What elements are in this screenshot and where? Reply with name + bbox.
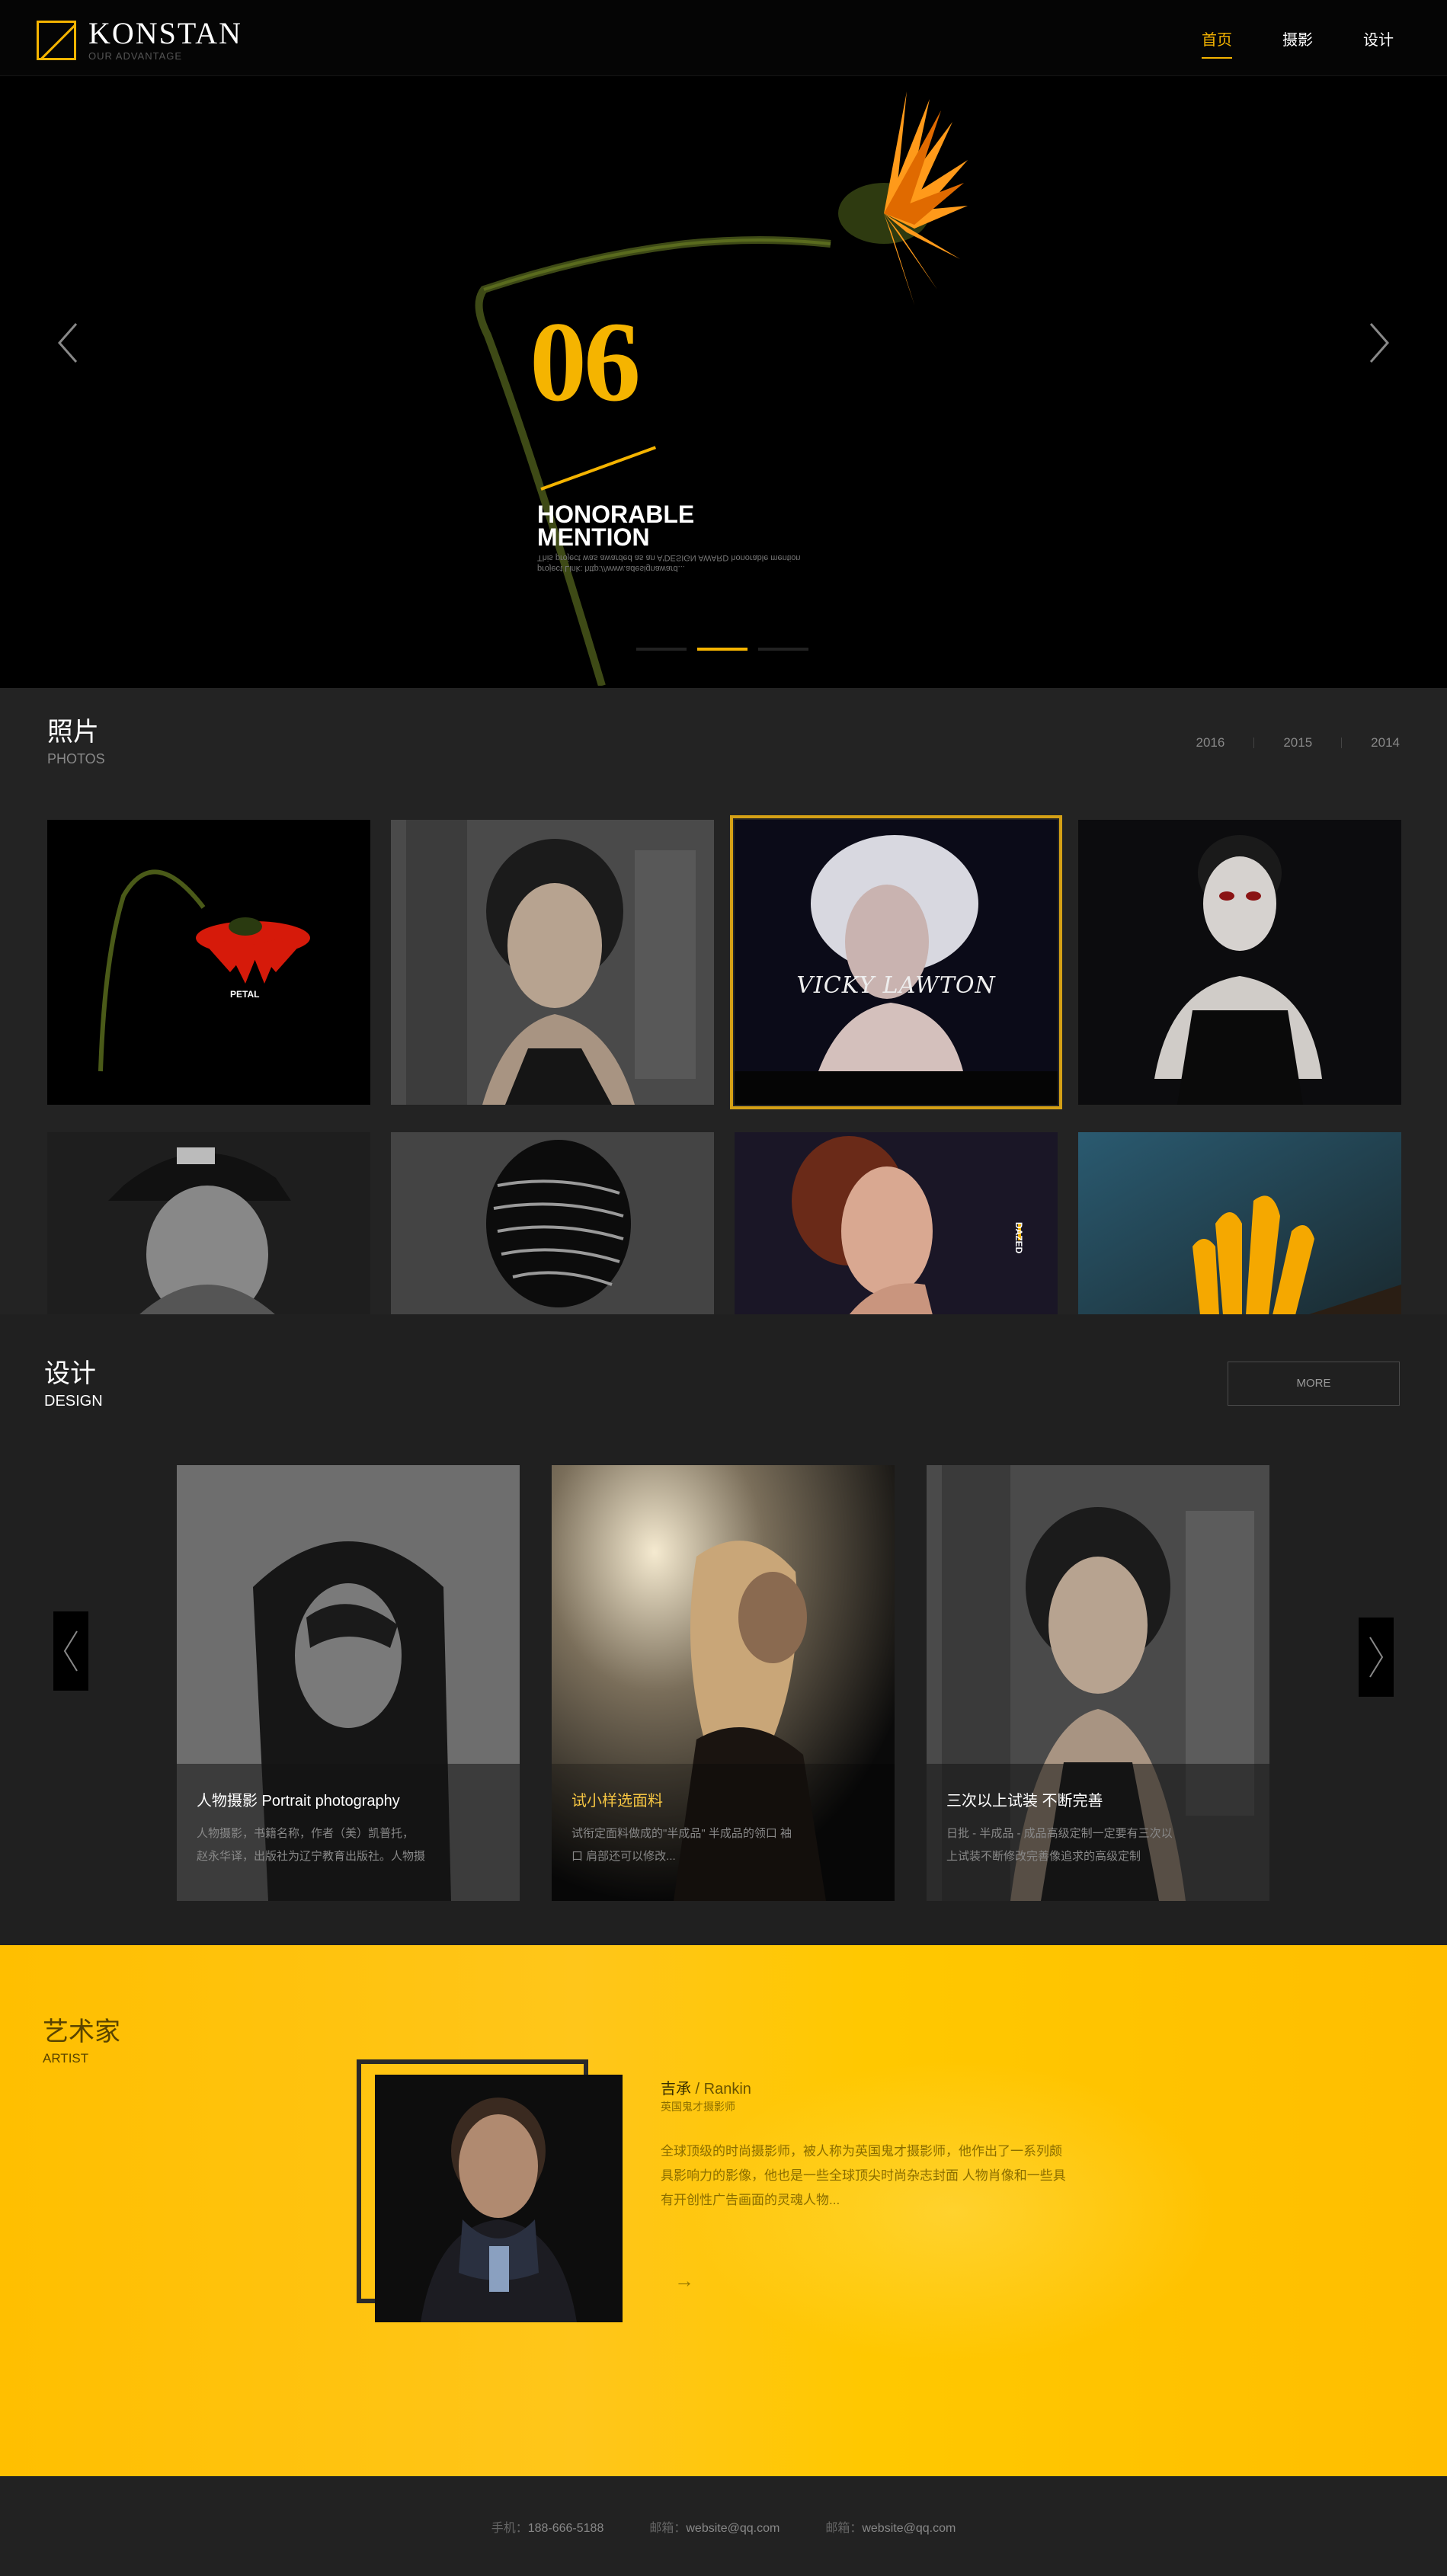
card-title: 试小样选面料 [571, 1793, 663, 1810]
design-title: 设计 [44, 1358, 96, 1389]
design-prev-button[interactable] [53, 1611, 88, 1691]
footer-phone: 手机：188-666-5188 [491, 2521, 604, 2535]
artist-subtitle: ARTIST [43, 2051, 89, 2066]
card-text: 试衔定面料做成的"半成品" 半成品的领口 袖 口 肩部还可以修改... [571, 1827, 792, 1863]
vicky-lawton-image [735, 820, 1058, 1105]
photos-title: 照片 [47, 717, 99, 747]
site-header: KONSTAN OUR ADVANTAGE 首页 摄影 设计 [0, 0, 1447, 76]
woman-portrait-image [391, 820, 714, 1105]
red-flower-image [47, 820, 370, 1105]
cap-man-image [47, 1132, 370, 1314]
footer-email: 邮箱：website@qq.com [825, 2521, 956, 2535]
card-text: 人物摄影，书籍名称，作者（美）凯普托， 赵永华译，出版社为辽宁教育出版社。人物摄 [197, 1827, 426, 1863]
photo-tile-woman-portrait[interactable] [391, 820, 714, 1105]
wrapped-face-image [391, 1132, 714, 1314]
hero-dot[interactable] [758, 648, 808, 651]
footer-email: 邮箱：website@qq.com [649, 2521, 780, 2535]
photos-subtitle: PHOTOS [47, 751, 105, 766]
design-card[interactable]: 三次以上试装 不断完善 日批 - 半成品 - 成品高级定制一定要有三次以 上试装… [927, 1465, 1269, 1901]
hero-dot[interactable] [636, 648, 687, 651]
arrow-right-icon[interactable]: → [674, 2269, 694, 2293]
year-2016[interactable]: 2016 [1196, 735, 1225, 750]
artist-name: 吉承 / Rankin [661, 2081, 751, 2098]
main-nav: 首页 摄影 设计 [1151, 27, 1394, 59]
site-footer: 手机：188-666-5188 邮箱：website@qq.com 邮箱：web… [0, 2476, 1447, 2576]
redhead-profile-image [735, 1132, 1058, 1314]
design-section: 设计 DESIGN MORE 人物摄影 Portrait photography… [0, 1314, 1447, 1945]
card-title: 人物摄影 Portrait photography [197, 1793, 400, 1810]
year-filter: 2016 2015 2014 [1196, 735, 1400, 750]
logo[interactable]: KONSTAN OUR ADVANTAGE [37, 18, 242, 62]
photo-tile-wrapped-face[interactable] [391, 1132, 714, 1314]
tile-tag: PETAL [230, 989, 260, 1000]
hero-pagination [636, 648, 808, 651]
artist-title: 艺术家 [43, 2017, 120, 2047]
hero-slider: 06 HONORABLE MENTION project Link: http:… [0, 76, 1447, 688]
nav-item-photography[interactable]: 摄影 [1282, 27, 1313, 59]
logo-icon [37, 20, 76, 60]
tile-tag: DAZED [1013, 1222, 1024, 1254]
artist-role: 英国鬼才摄影师 [661, 2101, 735, 2113]
photo-tile-painted-face[interactable] [1078, 820, 1401, 1105]
more-button[interactable]: MORE [1228, 1362, 1400, 1406]
photo-tile-cap-man[interactable] [47, 1132, 370, 1314]
logo-subtitle: OUR ADVANTAGE [88, 50, 183, 62]
artist-portrait[interactable] [375, 2075, 623, 2322]
artist-portrait-image [375, 2075, 623, 2322]
hero-next-arrow[interactable] [1363, 320, 1394, 366]
card-text: 日批 - 半成品 - 成品高级定制一定要有三次以 上试装不断修改完善像追求的高级… [946, 1827, 1173, 1863]
year-2014[interactable]: 2014 [1371, 735, 1400, 750]
artist-description: 全球顶级的时尚摄影师，被人称为英国鬼才摄影师，他作出了一系列颇具影响力的影像，他… [661, 2144, 1066, 2207]
design-heading: 设计 DESIGN [44, 1352, 103, 1410]
nav-item-design[interactable]: 设计 [1363, 27, 1394, 59]
hero-dot-active[interactable] [697, 648, 748, 651]
nav-item-home[interactable]: 首页 [1202, 27, 1232, 59]
hero-caption: project Link: http://www.adesignaward...… [537, 553, 801, 573]
chevron-left-icon [63, 1630, 78, 1672]
design-subtitle: DESIGN [44, 1393, 103, 1410]
design-next-button[interactable] [1359, 1618, 1394, 1697]
photo-tile-red-flower[interactable]: PETAL [47, 820, 370, 1105]
hero-number: 06 [530, 299, 641, 425]
photos-section: 照片 PHOTOS 2016 2015 2014 PETAL VICKY LAW… [0, 688, 1447, 1314]
painted-face-image [1078, 820, 1401, 1105]
chevron-right-icon [1369, 1637, 1384, 1678]
tile-label: VICKY LAWTON [796, 972, 996, 999]
photo-tile-vicky-lawton[interactable]: VICKY LAWTON [730, 815, 1062, 1109]
photos-heading: 照片 PHOTOS [47, 711, 105, 767]
hero-title: HONORABLE MENTION [537, 501, 695, 551]
card-title: 三次以上试装 不断完善 [946, 1793, 1103, 1810]
design-card[interactable]: 人物摄影 Portrait photography 人物摄影，书籍名称，作者（美… [177, 1465, 520, 1901]
photo-tile-redhead-profile[interactable]: DAZED [735, 1132, 1058, 1314]
artist-section: 艺术家 ARTIST 吉承 / Rankin 英国鬼才摄影师 全球顶级的时尚摄影… [0, 1945, 1447, 2476]
hero-prev-arrow[interactable] [53, 320, 84, 366]
yellow-flower-image [1078, 1132, 1401, 1314]
photo-tile-yellow-flower[interactable] [1078, 1132, 1401, 1314]
design-card[interactable]: 试小样选面料 试衔定面料做成的"半成品" 半成品的领口 袖 口 肩部还可以修改.… [552, 1465, 895, 1901]
year-2015[interactable]: 2015 [1283, 735, 1312, 750]
artist-heading: 艺术家 ARTIST [43, 2011, 120, 2066]
logo-name: KONSTAN [88, 16, 242, 50]
